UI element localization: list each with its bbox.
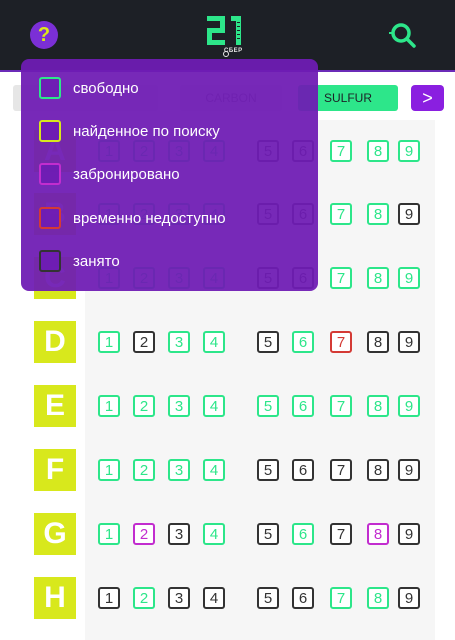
seat-e3[interactable]: 3 bbox=[168, 395, 190, 417]
seat-f7[interactable]: 7 bbox=[330, 459, 352, 481]
legend-item: свободно bbox=[39, 75, 139, 101]
seat-g6[interactable]: 6 bbox=[292, 523, 314, 545]
seat-f4[interactable]: 4 bbox=[203, 459, 225, 481]
seat-e2[interactable]: 2 bbox=[133, 395, 155, 417]
legend-item: найденное по поиску bbox=[39, 118, 220, 144]
seat-h6[interactable]: 6 bbox=[292, 587, 314, 609]
seat-d4[interactable]: 4 bbox=[203, 331, 225, 353]
row-label: D bbox=[34, 321, 76, 363]
logo-caption: СБЕР bbox=[224, 48, 243, 54]
seat-d7[interactable]: 7 bbox=[330, 331, 352, 353]
seat-g1[interactable]: 1 bbox=[98, 523, 120, 545]
legend-swatch bbox=[39, 250, 61, 272]
legend-swatch bbox=[39, 207, 61, 229]
seat-g7[interactable]: 7 bbox=[330, 523, 352, 545]
question-icon: ? bbox=[37, 23, 51, 46]
help-button[interactable]: ? bbox=[30, 21, 58, 49]
seat-d3[interactable]: 3 bbox=[168, 331, 190, 353]
legend-item: временно недоступно bbox=[39, 205, 226, 231]
seat-h2[interactable]: 2 bbox=[133, 587, 155, 609]
seat-e4[interactable]: 4 bbox=[203, 395, 225, 417]
legend-label: свободно bbox=[73, 79, 139, 97]
legend-item: занято bbox=[39, 248, 120, 274]
seat-d6[interactable]: 6 bbox=[292, 331, 314, 353]
seat-b8[interactable]: 8 bbox=[367, 203, 389, 225]
seat-f8[interactable]: 8 bbox=[367, 459, 389, 481]
seat-a8[interactable]: 8 bbox=[367, 140, 389, 162]
seat-h3[interactable]: 3 bbox=[168, 587, 190, 609]
seat-h9[interactable]: 9 bbox=[398, 587, 420, 609]
seat-c9[interactable]: 9 bbox=[398, 267, 420, 289]
row-label: F bbox=[34, 449, 76, 491]
next-cluster-button[interactable]: > bbox=[411, 85, 444, 111]
seat-h5[interactable]: 5 bbox=[257, 587, 279, 609]
legend-popup: свободно найденное по поиску забронировано… bbox=[21, 59, 318, 291]
row-label: H bbox=[34, 577, 76, 619]
seat-g9[interactable]: 9 bbox=[398, 523, 420, 545]
seat-e9[interactable]: 9 bbox=[398, 395, 420, 417]
row-label: G bbox=[34, 513, 76, 555]
seat-g8[interactable]: 8 bbox=[367, 523, 389, 545]
seat-d8[interactable]: 8 bbox=[367, 331, 389, 353]
seat-f6[interactable]: 6 bbox=[292, 459, 314, 481]
seat-g4[interactable]: 4 bbox=[203, 523, 225, 545]
seat-d2[interactable]: 2 bbox=[133, 331, 155, 353]
legend-label: найденное по поиску bbox=[73, 122, 220, 140]
seat-e1[interactable]: 1 bbox=[98, 395, 120, 417]
seat-f1[interactable]: 1 bbox=[98, 459, 120, 481]
seat-f2[interactable]: 2 bbox=[133, 459, 155, 481]
seat-h8[interactable]: 8 bbox=[367, 587, 389, 609]
seat-b7[interactable]: 7 bbox=[330, 203, 352, 225]
seat-a9[interactable]: 9 bbox=[398, 140, 420, 162]
search-icon[interactable] bbox=[388, 20, 418, 50]
seat-a7[interactable]: 7 bbox=[330, 140, 352, 162]
seat-f9[interactable]: 9 bbox=[398, 459, 420, 481]
legend-label: забронировано bbox=[73, 165, 180, 183]
legend-item: забронировано bbox=[39, 161, 180, 187]
legend-swatch bbox=[39, 120, 61, 142]
seat-e8[interactable]: 8 bbox=[367, 395, 389, 417]
legend-swatch bbox=[39, 77, 61, 99]
seat-g3[interactable]: 3 bbox=[168, 523, 190, 545]
seat-f5[interactable]: 5 bbox=[257, 459, 279, 481]
seat-h7[interactable]: 7 bbox=[330, 587, 352, 609]
seat-d1[interactable]: 1 bbox=[98, 331, 120, 353]
seat-h1[interactable]: 1 bbox=[98, 587, 120, 609]
seat-h4[interactable]: 4 bbox=[203, 587, 225, 609]
seat-d9[interactable]: 9 bbox=[398, 331, 420, 353]
legend-label: временно недоступно bbox=[73, 209, 226, 227]
legend-label: занято bbox=[73, 252, 120, 270]
seat-e5[interactable]: 5 bbox=[257, 395, 279, 417]
seat-c7[interactable]: 7 bbox=[330, 267, 352, 289]
seat-f3[interactable]: 3 bbox=[168, 459, 190, 481]
seat-c8[interactable]: 8 bbox=[367, 267, 389, 289]
legend-swatch bbox=[39, 163, 61, 185]
seat-e7[interactable]: 7 bbox=[330, 395, 352, 417]
seat-b9[interactable]: 9 bbox=[398, 203, 420, 225]
seat-e6[interactable]: 6 bbox=[292, 395, 314, 417]
seat-g5[interactable]: 5 bbox=[257, 523, 279, 545]
seat-d5[interactable]: 5 bbox=[257, 331, 279, 353]
seat-g2[interactable]: 2 bbox=[133, 523, 155, 545]
row-label: E bbox=[34, 385, 76, 427]
